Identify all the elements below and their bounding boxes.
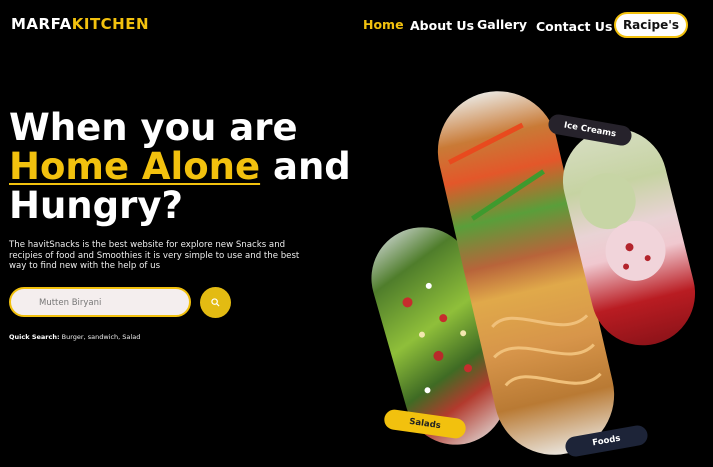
search-input[interactable] (37, 294, 181, 312)
nav-contact[interactable]: Contact Us (536, 19, 612, 34)
search-box[interactable] (9, 287, 191, 317)
search-icon (211, 298, 220, 307)
brand-logo[interactable]: MARFAKITCHEN (11, 15, 149, 33)
hero-line-3: Hungry? (9, 184, 183, 227)
nav-home[interactable]: Home (363, 17, 404, 32)
hero-heading: When you are Home Alone and Hungry? (9, 108, 351, 225)
category-ice-creams-label: Ice Creams (563, 120, 617, 140)
quick-search-label: Quick Search: (9, 333, 60, 341)
category-salads-label: Salads (408, 416, 442, 432)
quick-search-items[interactable]: Burger, sandwich, Salad (62, 333, 141, 341)
recipes-button[interactable]: Racipe's (614, 12, 688, 38)
hero-line-1: When you are (9, 106, 298, 149)
nav-about[interactable]: About Us (410, 18, 474, 33)
hero-description: The havitSnacks is the best website for … (9, 240, 300, 271)
recipes-button-label: Racipe's (622, 18, 680, 32)
hero-highlight: Home Alone (9, 145, 261, 188)
hero-line-2: Home Alone and (9, 147, 351, 186)
hero-and: and (260, 145, 351, 188)
brand-logo-part1: MARFA (11, 15, 72, 33)
quick-search: Quick Search: Burger, sandwich, Salad (9, 333, 140, 341)
brand-logo-part2: KITCHEN (71, 15, 150, 33)
search-button[interactable] (200, 287, 231, 318)
category-foods-label: Foods (591, 433, 622, 449)
nav-gallery[interactable]: Gallery (477, 17, 527, 32)
